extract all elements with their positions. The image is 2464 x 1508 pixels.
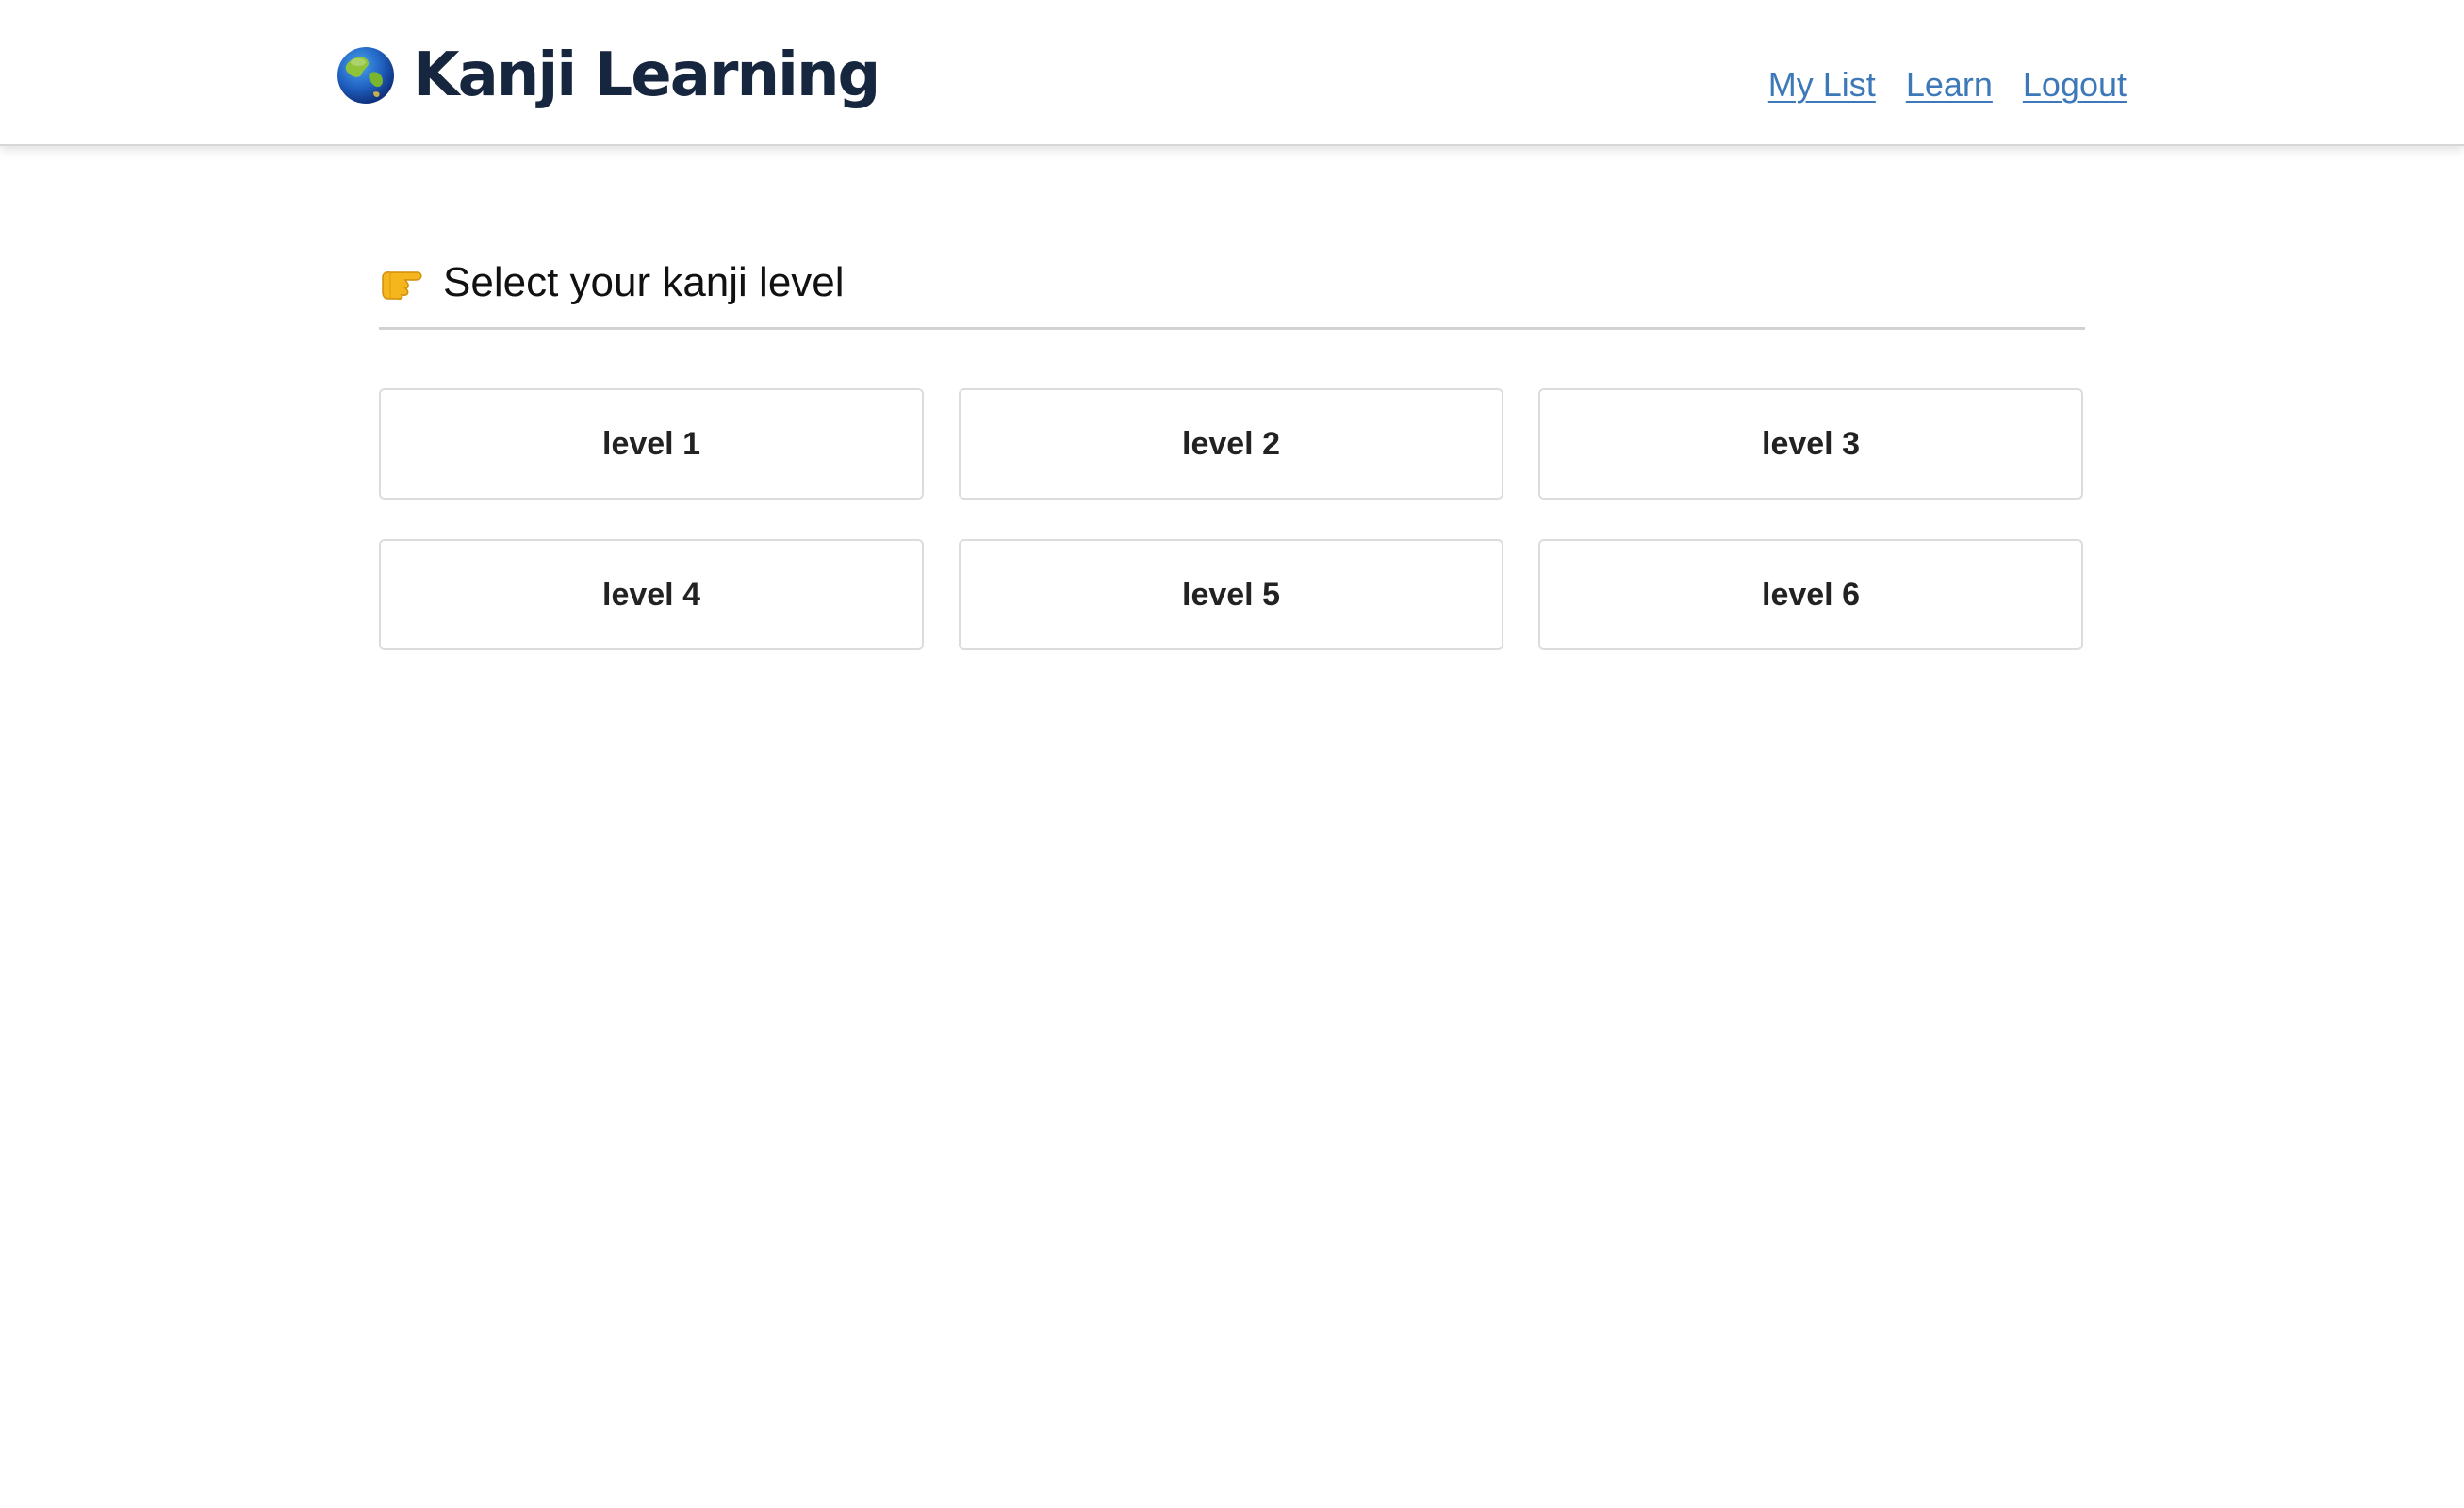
level-label: level 5	[1182, 576, 1280, 613]
level-grid: level 1 level 2 level 3 level 4 level 5 …	[379, 388, 2085, 650]
pointing-hand-icon	[382, 270, 422, 300]
level-label: level 2	[1182, 425, 1280, 462]
level-2-button[interactable]: level 2	[959, 388, 1503, 500]
level-label: level 3	[1762, 425, 1860, 462]
page-title: Select your kanji level	[443, 258, 845, 305]
section-header: Select your kanji level	[379, 254, 2085, 330]
site-header: Kanji Learning My List Learn Logout	[0, 0, 2464, 146]
globe-icon	[337, 47, 394, 104]
level-3-button[interactable]: level 3	[1538, 388, 2083, 500]
brand[interactable]: Kanji Learning	[336, 38, 880, 113]
level-5-button[interactable]: level 5	[959, 539, 1503, 650]
level-1-button[interactable]: level 1	[379, 388, 924, 500]
site-title: Kanji Learning	[413, 41, 880, 110]
main-nav: My List Learn Logout	[1768, 66, 2127, 104]
level-select-section: Select your kanji level level 1 level 2 …	[379, 254, 2085, 650]
level-label: level 6	[1762, 576, 1860, 613]
nav-link-my-list[interactable]: My List	[1768, 66, 1876, 104]
level-label: level 1	[602, 425, 700, 462]
nav-link-learn[interactable]: Learn	[1906, 66, 1993, 104]
level-label: level 4	[602, 576, 700, 613]
level-4-button[interactable]: level 4	[379, 539, 924, 650]
level-6-button[interactable]: level 6	[1538, 539, 2083, 650]
nav-link-logout[interactable]: Logout	[2023, 66, 2127, 104]
